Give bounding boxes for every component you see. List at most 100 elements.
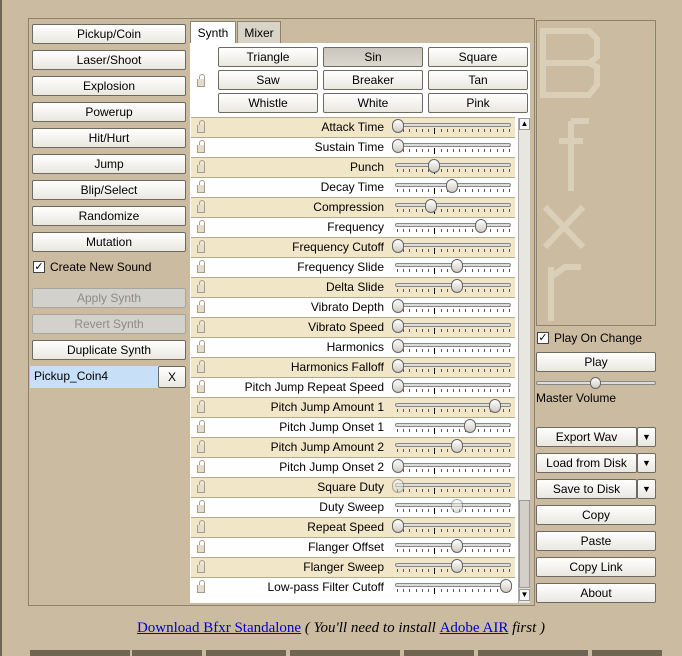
slider-track[interactable] xyxy=(395,583,511,587)
slider-track[interactable] xyxy=(395,143,511,147)
blip-select-button[interactable]: Blip/Select xyxy=(32,180,186,200)
lock-icon[interactable] xyxy=(197,460,205,473)
slider-knob[interactable] xyxy=(392,139,404,153)
slider-track[interactable] xyxy=(395,123,511,127)
slider-track[interactable] xyxy=(395,323,511,327)
load-from-disk-button[interactable]: Load from Disk xyxy=(536,453,637,473)
remove-sound-button[interactable]: X xyxy=(158,366,186,388)
pickup-coin-button[interactable]: Pickup/Coin xyxy=(32,24,186,44)
lock-icon[interactable] xyxy=(197,360,205,373)
waveform-whistle-button[interactable]: Whistle xyxy=(218,93,318,113)
waveform-saw-button[interactable]: Saw xyxy=(218,70,318,90)
lock-icon[interactable] xyxy=(197,300,205,313)
lock-icon[interactable] xyxy=(197,260,205,273)
hit-hurt-button[interactable]: Hit/Hurt xyxy=(32,128,186,148)
waveform-square-button[interactable]: Square xyxy=(428,47,528,67)
explosion-button[interactable]: Explosion xyxy=(32,76,186,96)
slider-knob[interactable] xyxy=(392,239,404,253)
waveform-breaker-button[interactable]: Breaker xyxy=(323,70,423,90)
waveform-sin-button[interactable]: Sin xyxy=(323,47,423,67)
lock-icon[interactable] xyxy=(197,580,205,593)
slider-track[interactable] xyxy=(395,363,511,367)
scroll-up-button[interactable]: ▲ xyxy=(519,118,530,130)
lock-icon[interactable] xyxy=(197,120,205,133)
lock-icon[interactable] xyxy=(197,440,205,453)
slider-knob[interactable] xyxy=(489,399,502,413)
export-wav-dropdown-icon[interactable]: ▼ xyxy=(637,427,656,447)
laser-shoot-button[interactable]: Laser/Shoot xyxy=(32,50,186,70)
export-wav-button[interactable]: Export Wav xyxy=(536,427,637,447)
copy-link-button[interactable]: Copy Link xyxy=(536,557,656,577)
revert-synth-button[interactable]: Revert Synth xyxy=(32,314,186,334)
slider-track[interactable] xyxy=(395,223,511,227)
jump-button[interactable]: Jump xyxy=(32,154,186,174)
mutation-button[interactable]: Mutation xyxy=(32,232,186,252)
slider-knob[interactable] xyxy=(500,579,512,593)
lock-icon[interactable] xyxy=(197,280,205,293)
lock-icon[interactable] xyxy=(197,520,205,533)
about-button[interactable]: About xyxy=(536,583,656,603)
waveform-triangle-button[interactable]: Triangle xyxy=(218,47,318,67)
scroll-down-button[interactable]: ▼ xyxy=(519,589,530,601)
slider-track[interactable] xyxy=(395,423,511,427)
save-to-disk-button[interactable]: Save to Disk xyxy=(536,479,637,499)
lock-icon[interactable] xyxy=(197,180,205,193)
master-volume-knob[interactable] xyxy=(590,377,601,389)
slider-track[interactable] xyxy=(395,303,511,307)
adobe-air-link[interactable]: Adobe AIR xyxy=(440,620,509,636)
slider-track[interactable] xyxy=(395,463,511,467)
lock-icon[interactable] xyxy=(197,160,205,173)
lock-icon[interactable] xyxy=(197,240,205,253)
slider-track[interactable] xyxy=(395,383,511,387)
lock-icon[interactable] xyxy=(197,220,205,233)
lock-icon[interactable] xyxy=(197,560,205,573)
play-button[interactable]: Play xyxy=(536,352,656,372)
slider-knob[interactable] xyxy=(392,339,404,353)
slider-track[interactable] xyxy=(395,483,511,487)
lock-icon[interactable] xyxy=(197,140,205,153)
lock-icon[interactable] xyxy=(197,500,205,513)
slider-knob[interactable] xyxy=(392,459,404,473)
slider-track[interactable] xyxy=(395,343,511,347)
slider-track[interactable] xyxy=(395,243,511,247)
slider-knob[interactable] xyxy=(475,219,488,233)
slider-knob[interactable] xyxy=(392,299,404,313)
slider-knob[interactable] xyxy=(446,179,458,193)
waveform-white-button[interactable]: White xyxy=(323,93,423,113)
lock-icon[interactable] xyxy=(197,200,205,213)
slider-track[interactable] xyxy=(395,163,511,167)
waveform-tan-button[interactable]: Tan xyxy=(428,70,528,90)
slider-knob[interactable] xyxy=(392,359,404,373)
waveform-pink-button[interactable]: Pink xyxy=(428,93,528,113)
slider-knob[interactable] xyxy=(427,159,440,173)
tab-mixer[interactable]: Mixer xyxy=(237,21,281,43)
parameter-scrollbar[interactable]: ▲ ▼ xyxy=(518,118,530,603)
lock-icon[interactable] xyxy=(197,480,205,493)
slider-knob[interactable] xyxy=(392,379,404,393)
slider-knob[interactable] xyxy=(392,479,404,493)
lock-icon[interactable] xyxy=(197,540,205,553)
slider-track[interactable] xyxy=(395,203,511,207)
slider-knob[interactable] xyxy=(392,119,404,133)
lock-icon[interactable] xyxy=(197,380,205,393)
load-from-disk-dropdown-icon[interactable]: ▼ xyxy=(637,453,656,473)
slider-knob[interactable] xyxy=(392,519,404,533)
lock-icon[interactable] xyxy=(197,400,205,413)
save-to-disk-dropdown-icon[interactable]: ▼ xyxy=(637,479,656,499)
randomize-button[interactable]: Randomize xyxy=(32,206,186,226)
download-standalone-link[interactable]: Download Bfxr Standalone xyxy=(137,620,301,636)
apply-synth-button[interactable]: Apply Synth xyxy=(32,288,186,308)
copy-button[interactable]: Copy xyxy=(536,505,656,525)
duplicate-synth-button[interactable]: Duplicate Synth xyxy=(32,340,186,360)
play-on-change-checkbox[interactable]: ✓ xyxy=(537,332,549,344)
scroll-thumb[interactable] xyxy=(519,500,530,588)
lock-icon[interactable] xyxy=(197,320,205,333)
waveform-lock-icon[interactable] xyxy=(197,74,205,87)
slider-track[interactable] xyxy=(395,523,511,527)
tab-synth[interactable]: Synth xyxy=(190,21,236,44)
slider-knob[interactable] xyxy=(464,419,477,433)
lock-icon[interactable] xyxy=(197,340,205,353)
powerup-button[interactable]: Powerup xyxy=(32,102,186,122)
create-new-sound-checkbox[interactable]: ✓ xyxy=(33,261,45,273)
lock-icon[interactable] xyxy=(197,420,205,433)
